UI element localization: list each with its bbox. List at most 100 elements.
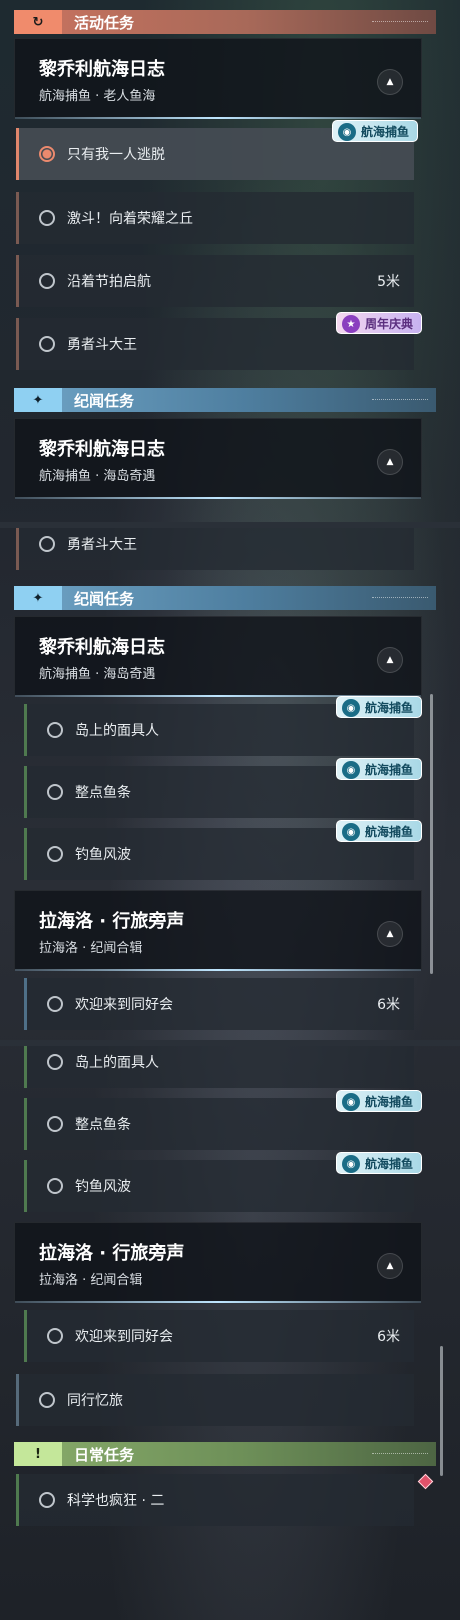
header-decoration — [372, 1452, 428, 1456]
tag-fishing: ◉ 航海捕鱼 — [336, 1152, 423, 1174]
tag-label: 周年庆典 — [365, 316, 414, 331]
collapse-icon[interactable]: ▲ — [377, 449, 403, 475]
radio-icon — [47, 996, 63, 1012]
group-title: 黎乔利航海日志 — [39, 637, 165, 658]
tag-anniversary: ★ 周年庆典 — [336, 312, 423, 334]
tag-label: 航海捕鱼 — [365, 1156, 414, 1171]
tag-fishing: ◉ 航海捕鱼 — [332, 120, 419, 142]
group-title: 拉海洛 · 行旅旁声 — [39, 911, 185, 932]
category-story-header[interactable]: ✦ 纪闻任务 — [14, 586, 436, 610]
tag-label: 航海捕鱼 — [365, 700, 414, 715]
collapse-icon[interactable]: ▲ — [377, 1253, 403, 1279]
quest-item[interactable]: 欢迎来到同好会 6米 — [24, 1310, 414, 1362]
fishing-icon: ◉ — [342, 761, 360, 779]
group-title: 黎乔利航海日志 — [39, 439, 165, 460]
scrollbar[interactable] — [440, 1346, 443, 1476]
group-title: 拉海洛 · 行旅旁声 — [39, 1243, 185, 1264]
group-subtitle: 航海捕鱼 · 海岛奇遇 — [39, 469, 156, 484]
radio-icon — [47, 784, 63, 800]
quest-name: 钓鱼风波 — [75, 1179, 131, 1195]
scrollbar[interactable] — [430, 694, 433, 974]
quest-name: 岛上的面具人 — [75, 723, 159, 739]
quest-distance: 6米 — [377, 997, 400, 1013]
quest-name: 欢迎来到同好会 — [75, 1329, 173, 1345]
exclamation-icon: ! — [14, 1442, 62, 1466]
tag-fishing: ◉ 航海捕鱼 — [336, 758, 423, 780]
category-title: 日常任务 — [74, 1445, 135, 1464]
quest-distance: 6米 — [377, 1329, 400, 1345]
tag-label: 航海捕鱼 — [365, 1094, 414, 1109]
category-title: 纪闻任务 — [74, 391, 135, 410]
group-subtitle: 航海捕鱼 · 老人鱼海 — [39, 89, 156, 104]
anniversary-icon: ★ — [342, 315, 360, 333]
sparkle-icon: ✦ — [14, 586, 62, 610]
quest-group-liqiaoli-old[interactable]: 黎乔利航海日志 航海捕鱼 · 老人鱼海 ▲ — [14, 38, 422, 119]
quest-item[interactable]: 勇者斗大王 — [16, 528, 414, 570]
quest-group-lahailuo[interactable]: 拉海洛 · 行旅旁声 拉海洛 · 纪闻合辑 ▲ — [14, 890, 422, 971]
tag-label: 航海捕鱼 — [365, 824, 414, 839]
tag-label: 航海捕鱼 — [361, 124, 410, 139]
radio-icon — [47, 1328, 63, 1344]
radio-icon — [39, 1492, 55, 1508]
quest-name: 沿着节拍启航 — [67, 274, 151, 290]
quest-item[interactable]: 欢迎来到同好会 6米 — [24, 978, 414, 1030]
quest-name: 勇者斗大王 — [67, 337, 137, 353]
group-subtitle: 拉海洛 · 纪闻合辑 — [39, 1273, 143, 1288]
collapse-icon[interactable]: ▲ — [377, 69, 403, 95]
fishing-icon: ◉ — [342, 1155, 360, 1173]
fishing-icon: ◉ — [342, 823, 360, 841]
category-story-header[interactable]: ✦ 纪闻任务 — [14, 388, 436, 412]
category-daily-header[interactable]: ! 日常任务 — [14, 1442, 436, 1466]
refresh-icon: ↻ — [14, 10, 62, 34]
quest-item[interactable]: 岛上的面具人 — [24, 1046, 414, 1088]
quest-group-lahailuo[interactable]: 拉海洛 · 行旅旁声 拉海洛 · 纪闻合辑 ▲ — [14, 1222, 422, 1303]
quest-name: 整点鱼条 — [75, 1117, 131, 1133]
collapse-icon[interactable]: ▲ — [377, 647, 403, 673]
radio-icon — [39, 536, 55, 552]
fishing-icon: ◉ — [342, 1093, 360, 1111]
collapse-icon[interactable]: ▲ — [377, 921, 403, 947]
quest-name: 只有我一人逃脱 — [67, 147, 165, 163]
radio-icon — [47, 1054, 63, 1070]
quest-name: 科学也疯狂 · 二 — [67, 1493, 165, 1509]
quest-group-liqiaoli-island[interactable]: 黎乔利航海日志 航海捕鱼 · 海岛奇遇 ▲ — [14, 616, 422, 697]
radio-icon — [39, 1392, 55, 1408]
diamond-marker-icon — [417, 1473, 434, 1490]
radio-icon — [39, 273, 55, 289]
group-subtitle: 拉海洛 · 纪闻合辑 — [39, 941, 143, 956]
quest-item[interactable]: 激斗！向着荣耀之丘 — [16, 192, 414, 244]
header-decoration — [372, 20, 428, 24]
quest-group-liqiaoli-island[interactable]: 黎乔利航海日志 航海捕鱼 · 海岛奇遇 ▲ — [14, 418, 422, 499]
fishing-icon: ◉ — [338, 123, 356, 141]
tag-label: 航海捕鱼 — [365, 762, 414, 777]
quest-panel-segment-2: 勇者斗大王 ✦ 纪闻任务 黎乔利航海日志 航海捕鱼 · 海岛奇遇 ▲ 岛上的面具… — [0, 528, 460, 1040]
quest-panel-segment-1: ↻ 活动任务 黎乔利航海日志 航海捕鱼 · 老人鱼海 ▲ 只有我一人逃脱 ◉ 航海… — [0, 0, 460, 522]
tag-fishing: ◉ 航海捕鱼 — [336, 1090, 423, 1112]
quest-name: 钓鱼风波 — [75, 847, 131, 863]
quest-name: 岛上的面具人 — [75, 1055, 159, 1071]
tag-fishing: ◉ 航海捕鱼 — [336, 820, 423, 842]
radio-icon — [47, 846, 63, 862]
radio-icon — [47, 722, 63, 738]
quest-name: 同行忆旅 — [67, 1393, 123, 1409]
quest-name: 欢迎来到同好会 — [75, 997, 173, 1013]
quest-panel-segment-3: 岛上的面具人 整点鱼条 ◉ 航海捕鱼 钓鱼风波 ◉ 航海捕鱼 拉海洛 · 行旅旁声 … — [0, 1046, 460, 1620]
category-activity-header[interactable]: ↻ 活动任务 — [14, 10, 436, 34]
fishing-icon: ◉ — [342, 699, 360, 717]
quest-item[interactable]: 同行忆旅 — [16, 1374, 414, 1426]
radio-selected-icon — [39, 146, 55, 162]
radio-icon — [47, 1116, 63, 1132]
quest-item[interactable]: 科学也疯狂 · 二 — [16, 1474, 414, 1526]
quest-name: 激斗！向着荣耀之丘 — [67, 211, 193, 227]
category-title: 纪闻任务 — [74, 589, 135, 608]
quest-name: 整点鱼条 — [75, 785, 131, 801]
radio-icon — [39, 336, 55, 352]
group-subtitle: 航海捕鱼 · 海岛奇遇 — [39, 667, 156, 682]
sparkle-icon: ✦ — [14, 388, 62, 412]
header-decoration — [372, 596, 428, 600]
tag-fishing: ◉ 航海捕鱼 — [336, 696, 423, 718]
quest-distance: 5米 — [377, 274, 400, 290]
quest-name: 勇者斗大王 — [67, 537, 137, 553]
header-decoration — [372, 398, 428, 402]
quest-item[interactable]: 沿着节拍启航 5米 — [16, 255, 414, 307]
